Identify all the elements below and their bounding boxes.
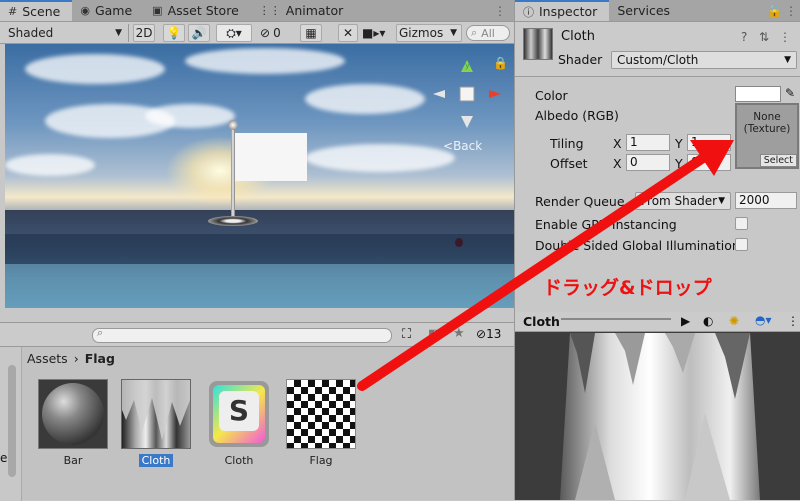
drag-drop-arrow	[357, 140, 734, 391]
drag-drop-annotation-label: ドラッグ&ドロップ	[543, 277, 712, 299]
